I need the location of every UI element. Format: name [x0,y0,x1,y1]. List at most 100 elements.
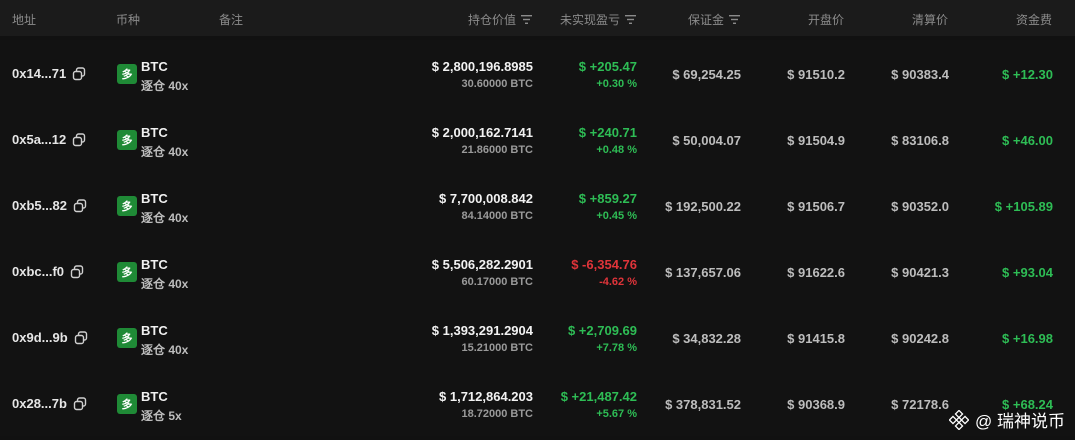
unrealized-pnl: $ +21,487.42 [560,389,637,404]
coin-name: BTC [141,257,168,272]
copy-icon[interactable] [73,198,87,213]
liquidation-price: $ 90242.8 [891,331,949,346]
header-position-value[interactable]: 持仓价值 [468,11,532,28]
funding-fee: $ +105.89 [994,199,1053,214]
funding-fee: $ +16.98 [1002,331,1053,346]
watermark-text: @ 瑞神说币 [975,412,1065,431]
address-cell: 0x14...71 [12,66,86,81]
address-cell: 0x5a...12 [12,132,86,147]
copy-icon[interactable] [72,132,86,147]
address-cell: 0xb5...82 [12,198,87,213]
address-text: 0x14...71 [12,66,67,81]
table-row[interactable]: 0xbc...f0 多 BTC 逐仓 40x $ 5,506,282.2901 … [0,238,1075,304]
funding-fee: $ +46.00 [1002,133,1053,148]
table-row[interactable]: 0x28...7b 多 BTC 逐仓 5x $ 1,712,864.203 18… [0,370,1075,436]
position-amount: 60.17000 BTC [461,276,533,288]
address-text: 0xb5...82 [12,198,67,213]
coin-name: BTC [141,59,168,74]
position-value: $ 5,506,282.2901 [431,257,533,272]
leverage: 逐仓 40x [141,211,189,225]
long-badge: 多 [117,130,137,150]
header-liq-price: 清算价 [911,13,948,27]
open-price: $ 91504.9 [787,133,845,148]
position-value: $ 2,000,162.7141 [431,125,533,140]
leverage: 逐仓 40x [141,343,189,357]
leverage: 逐仓 40x [141,79,189,93]
position-value: $ 1,393,291.2904 [431,323,533,338]
margin-value: $ 192,500.22 [665,199,741,214]
funding-fee: $ +12.30 [1002,67,1053,82]
margin-value: $ 34,832.28 [672,331,741,346]
coin-name: BTC [141,125,168,140]
margin-value: $ 378,831.52 [665,397,741,412]
long-badge: 多 [117,64,137,84]
copy-icon[interactable] [74,330,88,345]
unrealized-pnl-percent: +5.67 % [596,408,637,420]
unrealized-pnl: $ +859.27 [578,191,637,206]
margin-value: $ 50,004.07 [672,133,741,148]
coin-name: BTC [141,191,168,206]
unrealized-pnl-percent: +7.78 % [596,342,637,354]
address-cell: 0x28...7b [12,396,87,411]
margin-value: $ 69,254.25 [672,67,741,82]
leverage: 逐仓 40x [141,145,189,159]
unrealized-pnl: $ +2,709.69 [567,323,637,338]
unrealized-pnl-percent: +0.48 % [596,144,637,156]
address-cell: 0xbc...f0 [12,264,84,279]
position-amount: 18.72000 BTC [461,408,533,420]
leverage: 逐仓 5x [141,409,182,423]
open-price: $ 91506.7 [787,199,845,214]
liquidation-price: $ 90421.3 [891,265,949,280]
header-note: 备注 [219,13,244,27]
address-text: 0xbc...f0 [12,264,65,279]
liquidation-price: $ 72178.6 [891,397,949,412]
positions-table: 地址 币种 备注 持仓价值 未实现盈亏 保证金 开盘价 清算价 资金费 0x14… [0,0,1075,440]
header-open-price: 开盘价 [807,13,844,27]
sort-icon[interactable] [729,15,740,24]
open-price: $ 91415.8 [787,331,845,346]
position-amount: 84.14000 BTC [461,210,533,222]
funding-fee: $ +93.04 [1002,265,1053,280]
unrealized-pnl: $ -6,354.76 [571,257,637,272]
liquidation-price: $ 90383.4 [891,67,949,82]
open-price: $ 91510.2 [787,67,845,82]
copy-icon[interactable] [72,66,86,81]
header-funding: 资金费 [1015,13,1052,27]
position-value: $ 7,700,008.842 [439,191,533,206]
coin-name: BTC [141,389,168,404]
address-text: 0x5a...12 [12,132,67,147]
position-amount: 30.60000 BTC [461,78,533,90]
copy-icon[interactable] [73,396,87,411]
binance-logo-icon [949,409,970,430]
open-price: $ 91622.6 [787,265,845,280]
long-badge: 多 [117,262,137,282]
leverage: 逐仓 40x [141,277,189,291]
address-text: 0x9d...9b [12,330,68,345]
header-unrealized-pnl[interactable]: 未实现盈亏 [560,11,636,28]
position-amount: 15.21000 BTC [461,342,533,354]
sort-icon[interactable] [521,15,532,24]
header-margin[interactable]: 保证金 [688,11,740,28]
address-cell: 0x9d...9b [12,330,88,345]
unrealized-pnl-percent: -4.62 % [599,276,637,288]
watermark: @ 瑞神说币 [949,407,1065,432]
table-row[interactable]: 0x5a...12 多 BTC 逐仓 40x $ 2,000,162.7141 … [0,106,1075,172]
copy-icon[interactable] [70,264,84,279]
table-header: 地址 币种 备注 持仓价值 未实现盈亏 保证金 开盘价 清算价 资金费 [0,0,1075,36]
liquidation-price: $ 90352.0 [891,199,949,214]
unrealized-pnl: $ +240.71 [578,125,637,140]
table-row[interactable]: 0xb5...82 多 BTC 逐仓 40x $ 7,700,008.842 8… [0,172,1075,238]
sort-icon[interactable] [625,15,636,24]
long-badge: 多 [117,394,137,414]
liquidation-price: $ 83106.8 [891,133,949,148]
unrealized-pnl: $ +205.47 [578,59,637,74]
coin-name: BTC [141,323,168,338]
position-value: $ 1,712,864.203 [439,389,533,404]
unrealized-pnl-percent: +0.45 % [596,210,637,222]
open-price: $ 90368.9 [787,397,845,412]
unrealized-pnl-percent: +0.30 % [596,78,637,90]
table-row[interactable]: 0x14...71 多 BTC 逐仓 40x $ 2,800,196.8985 … [0,40,1075,106]
long-badge: 多 [117,196,137,216]
margin-value: $ 137,657.06 [665,265,741,280]
table-row[interactable]: 0x9d...9b 多 BTC 逐仓 40x $ 1,393,291.2904 … [0,304,1075,370]
